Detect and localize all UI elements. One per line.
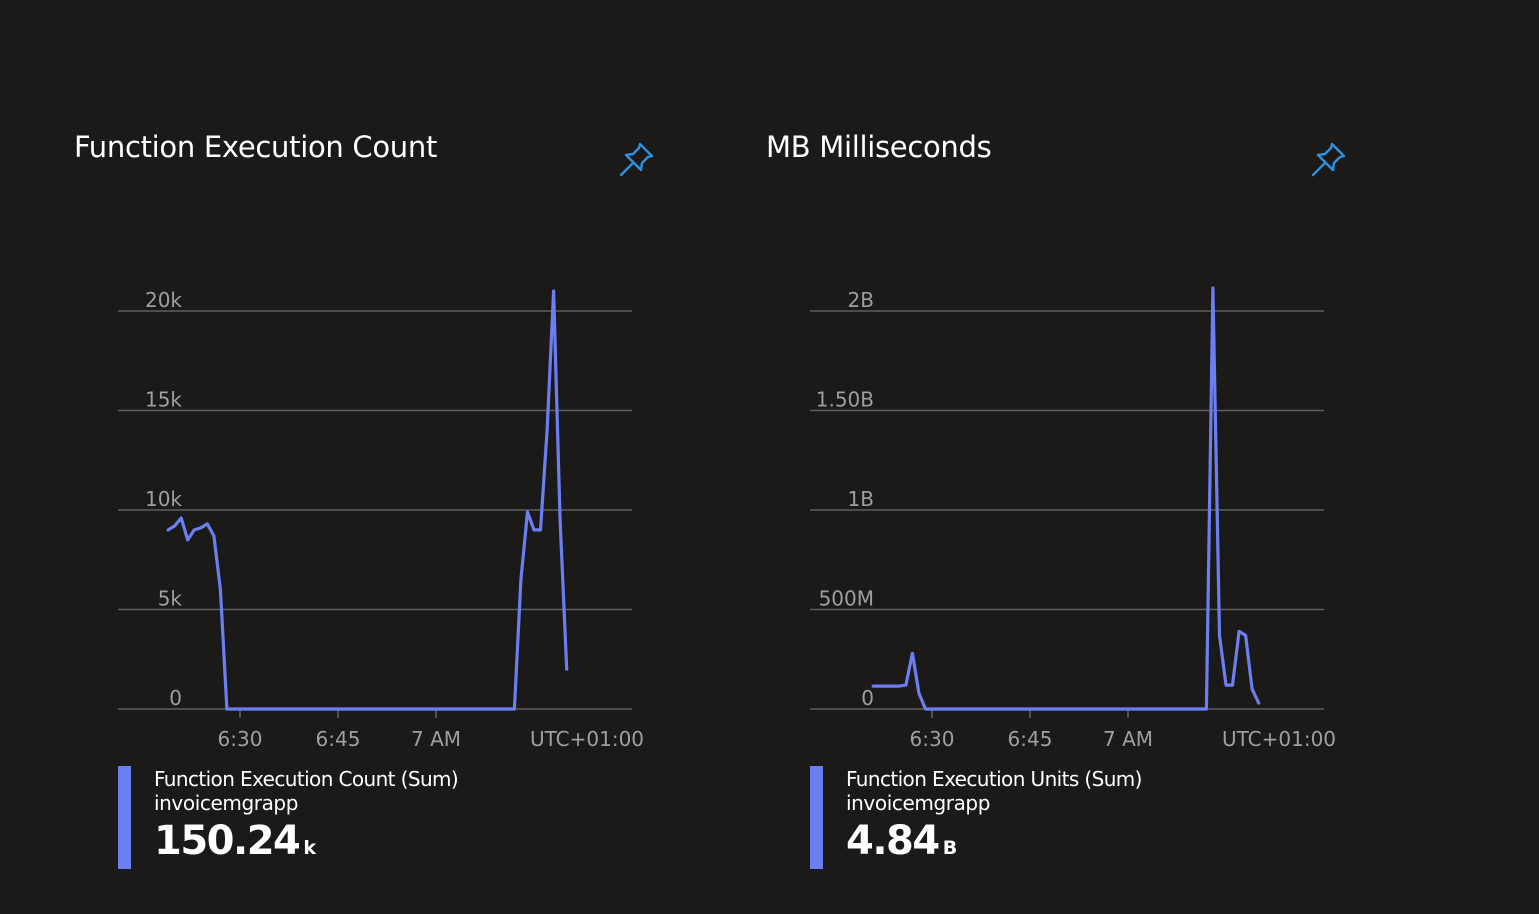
x-tick-label: 6:30 [910,727,955,751]
x-tick-label: UTC+01:00 [530,727,644,751]
series-line[interactable] [166,289,569,711]
x-tick-label: 7 AM [1103,727,1153,751]
x-tick-label: 6:45 [1008,727,1053,751]
pin-icon[interactable] [1310,140,1348,178]
legend-resource-name: invoicemgrapp [846,791,991,815]
x-tick-label: 7 AM [411,727,461,751]
y-tick-label: 1B [848,487,874,511]
legend-series-name: Function Execution Count (Sum) [154,767,459,791]
pin-icon[interactable] [618,140,656,178]
y-tick-label: 20k [145,288,182,312]
y-tick-label: 500M [819,587,874,611]
x-tick-label: 6:30 [218,727,263,751]
chart-legend[interactable]: Function Execution Units (Sum) invoicemg… [810,766,1142,869]
legend-value: 4.84 B [846,818,1142,872]
y-tick-label: 15k [145,388,182,412]
series-line[interactable] [871,286,1261,711]
y-tick-label: 1.50B [816,388,874,412]
y-tick-label: 10k [145,487,182,511]
legend-value-unit: B [942,837,958,859]
x-tick-label: UTC+01:00 [1222,727,1336,751]
y-tick-label: 0 [169,686,182,710]
x-tick-label: 6:45 [316,727,361,751]
y-tick-label: 5k [158,587,183,611]
legend-value-number: 150.24 [154,818,301,864]
legend-resource-name: invoicemgrapp [154,791,299,815]
legend-value-unit: k [303,837,316,859]
chart-card-mb-milliseconds: 0 500M 1B 1.50B 2B 6:30 6:45 7 AM UTC+01:00 MB M… [692,0,1372,914]
chart-title: MB Milliseconds [766,130,992,164]
chart-legend[interactable]: Function Execution Count (Sum) invoicemg… [118,766,459,872]
y-tick-label: 0 [861,686,874,710]
legend-value-number: 4.84 [846,818,940,864]
chart-title: Function Execution Count [74,130,438,164]
legend-series-name: Function Execution Units (Sum) [846,767,1142,791]
y-tick-label: 2B [848,288,874,312]
chart-card-function-execution-count: 0 5k 10k 15k 20k 6:30 6:45 7 AM UTC+01:00 Functi… [0,0,680,914]
legend-value: 150.24 k [154,818,458,872]
